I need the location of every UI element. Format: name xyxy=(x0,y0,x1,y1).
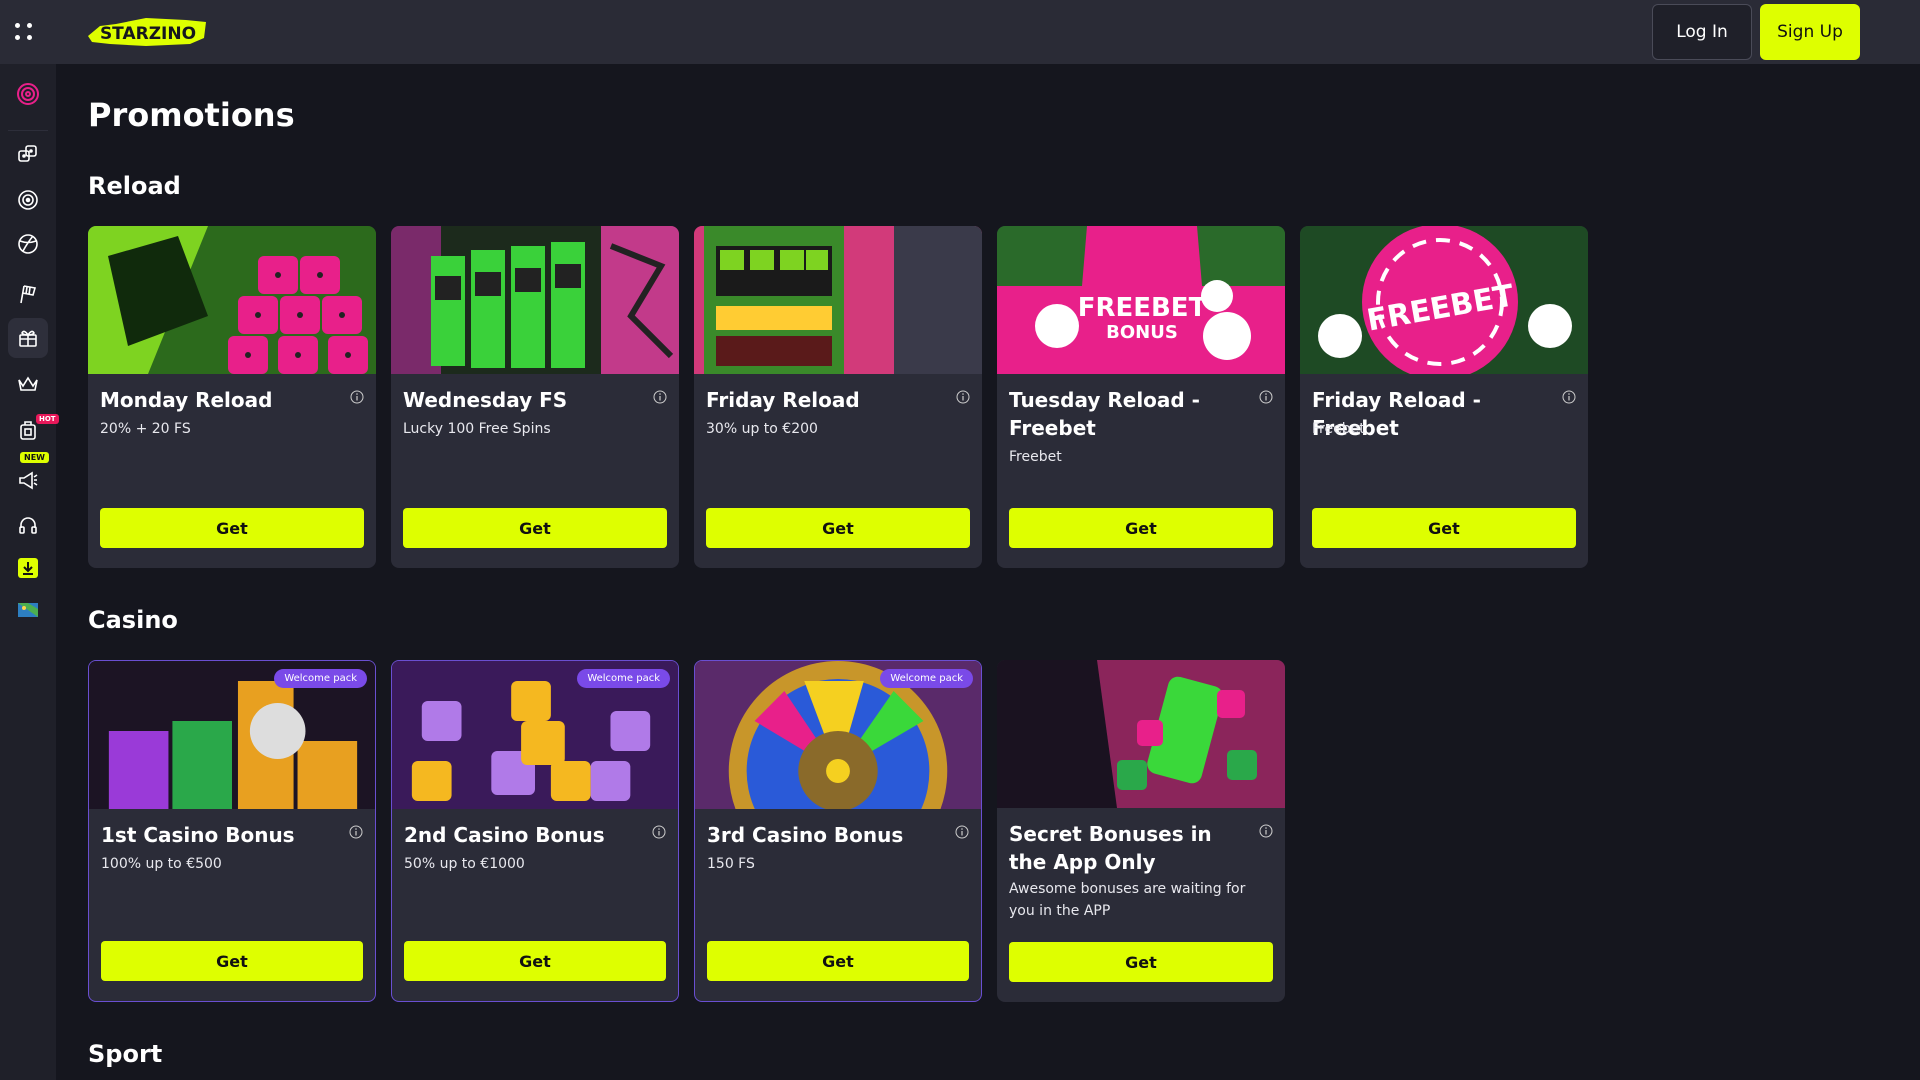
card-title: 1st Casino Bonus xyxy=(101,823,295,847)
welcome-pack-badge: Welcome pack xyxy=(880,669,973,688)
promo-image-freebet-chip: FREEBET xyxy=(1300,226,1588,374)
download-icon[interactable] xyxy=(8,548,48,588)
card-title: Secret Bonuses in the App Only xyxy=(1009,822,1212,874)
promo-image-phone-app xyxy=(997,660,1285,808)
info-icon[interactable] xyxy=(1259,824,1273,838)
section-title-reload: Reload xyxy=(88,172,181,200)
info-icon[interactable] xyxy=(349,825,363,839)
signup-button[interactable]: Sign Up xyxy=(1760,4,1860,60)
roulette-icon[interactable] xyxy=(8,180,48,220)
get-button[interactable]: Get xyxy=(1009,942,1273,982)
card-title: Monday Reload xyxy=(100,388,273,412)
megaphone-icon[interactable]: NEW xyxy=(8,452,49,500)
freebet-image-text: FREEBET xyxy=(1078,293,1207,323)
promo-card-wednesday-fs: Wednesday FS Lucky 100 Free Spins Get xyxy=(391,226,679,568)
racing-flag-icon[interactable] xyxy=(8,274,48,314)
promo-card-monday-reload: Monday Reload 20% + 20 FS Get xyxy=(88,226,376,568)
sports-ball-icon[interactable] xyxy=(8,224,48,264)
get-button[interactable]: Get xyxy=(101,941,363,981)
support-headset-icon[interactable] xyxy=(8,506,48,546)
get-button[interactable]: Get xyxy=(706,508,970,548)
gift-icon[interactable] xyxy=(8,318,48,358)
section-title-sport: Sport xyxy=(88,1040,163,1068)
promo-card-friday-reload-freebet: FREEBET Friday Reload - Freebet Freebet … xyxy=(1300,226,1588,568)
promo-card-3rd-casino-bonus: Welcome pack 3rd Casino Bonus 150 FS Get xyxy=(694,660,982,1002)
promo-image-slot-machines xyxy=(391,226,679,374)
get-button[interactable]: Get xyxy=(100,508,364,548)
sidebar: HOT NEW xyxy=(0,64,59,1080)
section-title-casino: Casino xyxy=(88,606,178,634)
card-subtitle: Awesome bonuses are waiting for you in t… xyxy=(1009,881,1246,919)
card-title: Wednesday FS xyxy=(403,388,568,412)
info-icon[interactable] xyxy=(653,390,667,404)
get-button[interactable]: Get xyxy=(403,508,667,548)
logo[interactable]: STARZINO xyxy=(86,14,210,50)
promo-card-friday-reload: Friday Reload 30% up to €200 Get xyxy=(694,226,982,568)
promo-card-secret-bonuses-app: Secret Bonuses in the App Only Awesome b… xyxy=(997,660,1285,1002)
promo-card-tuesday-reload-freebet: FREEBET BONUS Tuesday Reload - Freebet F… xyxy=(997,226,1285,568)
hot-badge: HOT xyxy=(36,414,59,424)
top-header: STARZINO Log In Sign Up xyxy=(0,0,1920,64)
promo-card-1st-casino-bonus: Welcome pack 1st Casino Bonus 100% up to… xyxy=(88,660,376,1002)
info-icon[interactable] xyxy=(955,825,969,839)
info-icon[interactable] xyxy=(956,390,970,404)
card-subtitle: Lucky 100 Free Spins xyxy=(403,421,551,437)
card-subtitle: 100% up to €500 xyxy=(101,856,222,872)
info-icon[interactable] xyxy=(652,825,666,839)
card-subtitle: Freebet xyxy=(1312,421,1365,437)
card-subtitle: 20% + 20 FS xyxy=(100,421,191,437)
get-button[interactable]: Get xyxy=(707,941,969,981)
welcome-pack-badge: Welcome pack xyxy=(274,669,367,688)
promo-image-slot-machine xyxy=(694,226,982,374)
card-title: 3rd Casino Bonus xyxy=(707,823,904,847)
new-badge: NEW xyxy=(20,452,49,463)
crown-icon[interactable] xyxy=(8,364,48,404)
card-title: 2nd Casino Bonus xyxy=(404,823,605,847)
bonus-image-text: BONUS xyxy=(1106,322,1178,343)
info-icon[interactable] xyxy=(350,390,364,404)
page-title: Promotions xyxy=(88,96,295,134)
language-flag-icon[interactable] xyxy=(8,590,48,630)
get-button[interactable]: Get xyxy=(1009,508,1273,548)
promo-image-freebet-bonus: FREEBET BONUS xyxy=(997,226,1285,374)
login-button[interactable]: Log In xyxy=(1652,4,1752,60)
info-icon[interactable] xyxy=(1259,390,1273,404)
promo-image-dice xyxy=(88,226,376,374)
info-icon[interactable] xyxy=(1562,390,1576,404)
target-icon[interactable] xyxy=(8,74,48,114)
card-subtitle: Freebet xyxy=(1009,449,1062,465)
card-title: Tuesday Reload - Freebet xyxy=(1009,388,1200,440)
get-button[interactable]: Get xyxy=(1312,508,1576,548)
logo-text: STARZINO xyxy=(100,24,196,44)
card-subtitle: 30% up to €200 xyxy=(706,421,818,437)
get-button[interactable]: Get xyxy=(404,941,666,981)
promo-card-2nd-casino-bonus: Welcome pack 2nd Casino Bonus 50% up to … xyxy=(391,660,679,1002)
welcome-pack-badge: Welcome pack xyxy=(577,669,670,688)
starzino-logo-icon: STARZINO xyxy=(88,18,206,46)
menu-grid-icon[interactable] xyxy=(12,20,36,44)
dice-icon[interactable] xyxy=(8,134,48,174)
hot-games-icon[interactable]: HOT xyxy=(8,410,59,450)
card-subtitle: 50% up to €1000 xyxy=(404,856,525,872)
card-subtitle: 150 FS xyxy=(707,856,755,872)
card-title: Friday Reload xyxy=(706,388,860,412)
